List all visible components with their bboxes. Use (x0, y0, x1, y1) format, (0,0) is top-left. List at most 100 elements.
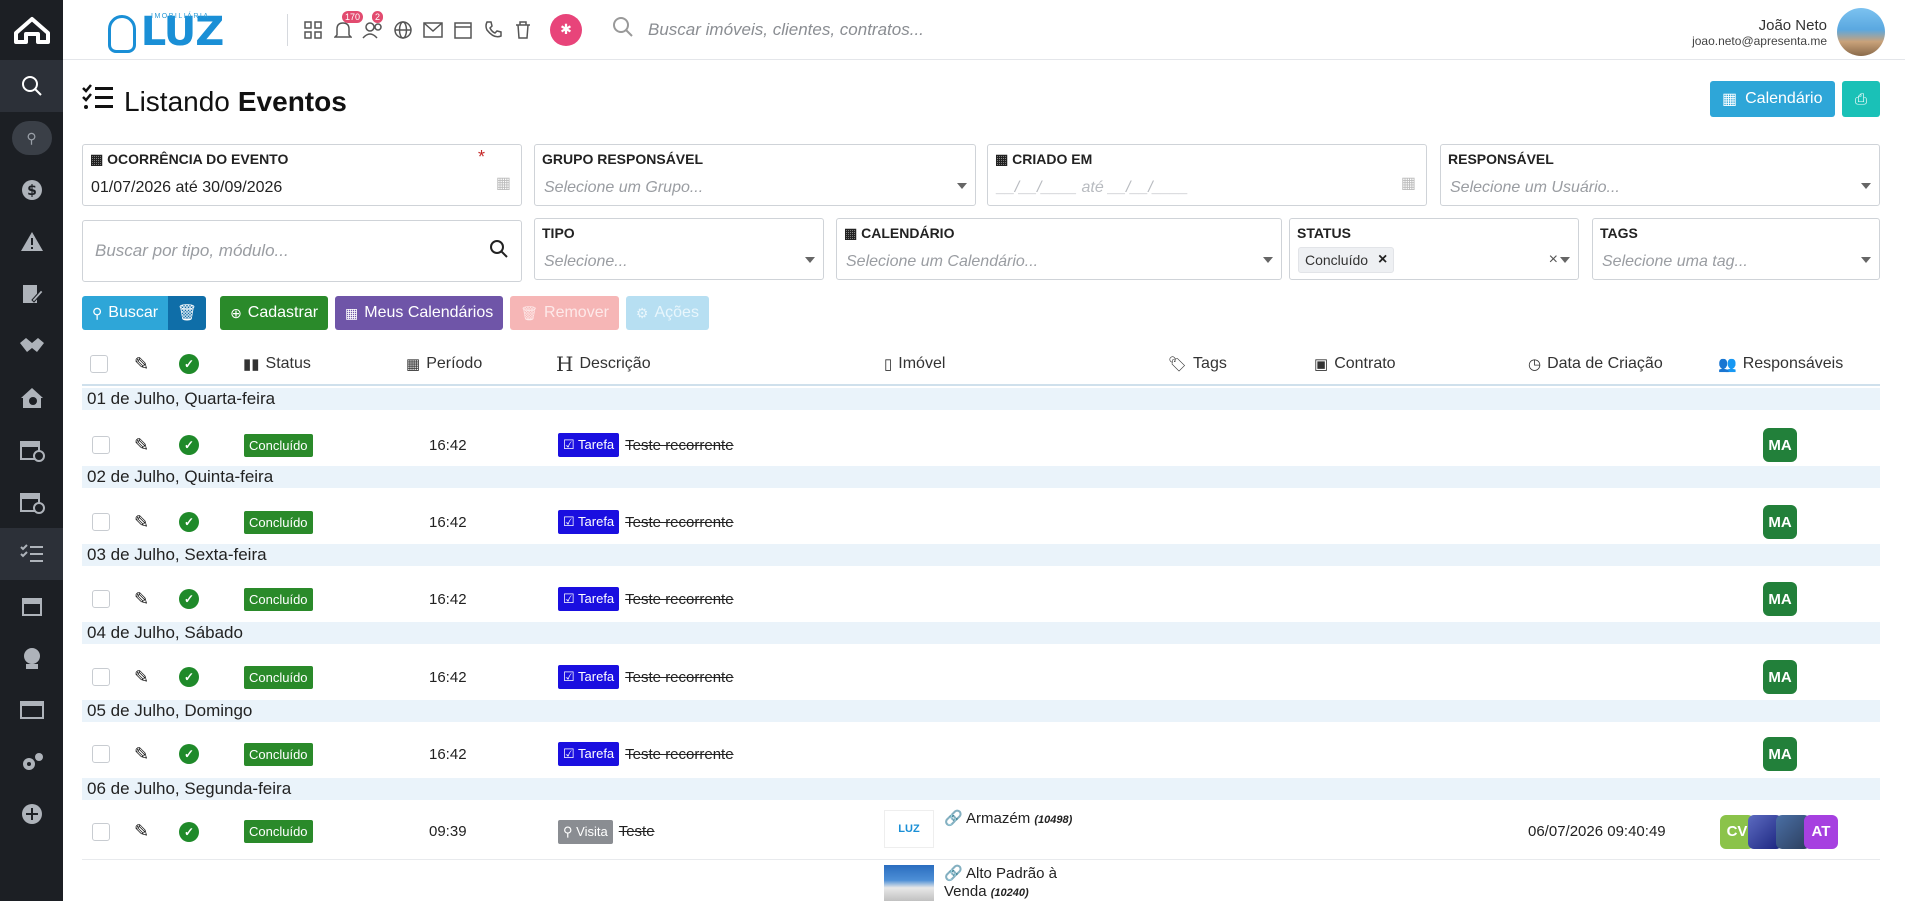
table-row[interactable]: ✎ ✓ Concluído 16:42 ☑ Tarefa Teste recor… (82, 494, 1880, 550)
row-checkbox[interactable] (92, 668, 110, 686)
tipo-filter[interactable]: TIPO Selecione... (534, 218, 824, 280)
event-description[interactable]: Teste recorrente (625, 437, 733, 454)
grupo-filter[interactable]: GRUPO RESPONSÁVEL Selecione um Grupo... (534, 144, 976, 206)
avatar[interactable]: MA (1763, 660, 1797, 694)
property-link[interactable]: 🔗 Armazém (10498) (944, 810, 1072, 829)
avatar[interactable]: AT (1804, 814, 1838, 849)
table-row[interactable]: ✎ ✓ Concluído 16:42 ☑ Tarefa Teste recor… (82, 726, 1880, 782)
print-button[interactable]: ⎙ (1842, 81, 1880, 117)
phone-icon[interactable] (478, 15, 508, 45)
tags-select[interactable]: Selecione uma tag... (1602, 253, 1748, 271)
status-chip[interactable]: Concluído × (1298, 247, 1395, 273)
brand-logo[interactable]: IMOBILIÁRIA LUZ (63, 5, 273, 55)
edit-pencil-icon[interactable]: ✎ (134, 435, 149, 456)
table-row[interactable]: ✎ ✓ Concluído 16:42 ☑ Tarefa Teste recor… (82, 571, 1880, 627)
check-circle-icon[interactable]: ✓ (179, 435, 199, 455)
website-icon[interactable] (0, 684, 63, 736)
acoes-button[interactable]: ⚙ Ações (625, 296, 709, 330)
imovel-cell[interactable]: LUZ 🔗 Armazém (10498) (884, 804, 1072, 859)
event-description[interactable]: Teste recorrente (625, 514, 733, 531)
criado-filter[interactable]: ▦ CRIADO EM __/__/____ até __/__/____ ▦ (987, 144, 1427, 206)
remove-chip-icon[interactable]: × (1378, 251, 1387, 269)
table-row[interactable]: 🔗 Alto Padrão à Venda (10240) (82, 861, 1880, 901)
document-edit-icon[interactable] (0, 268, 63, 320)
calendar-picker-icon[interactable]: ▦ (1401, 173, 1416, 193)
calendar-button[interactable]: ▦ Calendário (1710, 81, 1835, 117)
th-periodo[interactable]: ▦ Período (406, 355, 482, 373)
house-search-icon[interactable] (0, 372, 63, 424)
table-row[interactable]: ✎ ✓ Concluído 09:39 ⚲ Visita Teste LUZ 🔗… (82, 804, 1880, 860)
th-responsaveis[interactable]: 👥 Responsáveis (1718, 355, 1843, 373)
check-circle-icon[interactable]: ✓ (179, 744, 199, 764)
clear-icon[interactable]: × (1549, 251, 1558, 269)
criado-input[interactable]: __/__/____ até __/__/____ (997, 179, 1188, 197)
responsavel-filter[interactable]: RESPONSÁVEL Selecione um Usuário... (1440, 144, 1880, 206)
clear-filters-button[interactable]: 🗑 (168, 296, 207, 330)
grupo-select[interactable]: Selecione um Grupo... (544, 179, 703, 197)
th-contrato[interactable]: ▣ Contrato (1314, 355, 1396, 373)
edit-pencil-icon[interactable]: ✎ (134, 821, 149, 842)
property-link[interactable]: 🔗 Alto Padrão à Venda (10240) (944, 865, 1057, 901)
event-description[interactable]: Teste recorrente (625, 669, 733, 686)
event-description[interactable]: Teste recorrente (625, 591, 733, 608)
ocorrencia-value[interactable]: 01/07/2026 até 30/09/2026 (91, 179, 282, 197)
table-row[interactable]: ✎ ✓ Concluído 16:42 ☑ Tarefa Teste recor… (82, 649, 1880, 705)
settings-gears-icon[interactable] (0, 736, 63, 788)
buscar-button[interactable]: ⚲ Buscar (82, 296, 169, 330)
calendario-filter[interactable]: ▦ CALENDÁRIO Selecione um Calendário... (836, 218, 1282, 280)
calendar-clock-icon[interactable] (0, 424, 63, 476)
calendar-icon[interactable] (448, 15, 478, 45)
avatar[interactable]: MA (1763, 505, 1797, 539)
busca-tipo-modulo[interactable]: Buscar por tipo, módulo... (82, 220, 522, 282)
add-circle-icon[interactable] (0, 788, 63, 840)
sidebar-search-pill[interactable]: ⚲ (0, 112, 63, 164)
check-circle-icon[interactable]: ✓ (179, 821, 199, 842)
calendar-picker-icon[interactable]: ▦ (496, 173, 511, 193)
user-menu[interactable]: João Neto joao.neto@apresenta.me (1692, 8, 1885, 56)
remover-button[interactable]: 🗑 Remover (510, 296, 619, 330)
th-tags[interactable]: 🏷 Tags (1168, 355, 1227, 373)
handshake-icon[interactable] (0, 320, 63, 372)
row-checkbox[interactable] (92, 513, 110, 531)
edit-pencil-icon[interactable]: ✎ (134, 512, 149, 533)
table-row[interactable]: ✎ ✓ Concluído 16:42 ☑ Tarefa Teste recor… (82, 417, 1880, 473)
cadastrar-button[interactable]: ⊕ Cadastrar (220, 296, 329, 330)
check-circle-icon[interactable]: ✓ (179, 589, 199, 609)
avatar[interactable]: MA (1763, 737, 1797, 771)
grid-apps-icon[interactable] (298, 15, 328, 45)
event-description[interactable]: Teste (619, 823, 655, 840)
avatar[interactable] (1837, 8, 1885, 56)
check-circle-icon[interactable]: ✓ (179, 667, 199, 687)
property-thumbnail[interactable] (884, 865, 934, 901)
mail-icon[interactable] (418, 15, 448, 45)
row-checkbox[interactable] (92, 590, 110, 608)
status-filter[interactable]: STATUS Concluído × × (1289, 218, 1579, 280)
trash-icon[interactable] (508, 15, 538, 45)
edit-pencil-icon[interactable]: ✎ (134, 589, 149, 610)
calendario-select[interactable]: Selecione um Calendário... (846, 253, 1038, 271)
search-input[interactable]: Buscar imóveis, clientes, contratos... (648, 20, 924, 40)
search-icon[interactable] (0, 60, 63, 112)
row-checkbox[interactable] (92, 436, 110, 454)
edit-pencil-icon[interactable]: ✎ (134, 744, 149, 765)
calendar-clock-icon-2[interactable] (0, 476, 63, 528)
dollar-icon[interactable]: $ (0, 164, 63, 216)
calendar-icon[interactable] (0, 580, 63, 632)
users-icon[interactable]: 2 (358, 10, 388, 45)
tipo-select[interactable]: Selecione... (544, 253, 628, 271)
event-description[interactable]: Teste recorrente (625, 746, 733, 763)
row-checkbox[interactable] (92, 822, 110, 841)
edit-pencil-icon[interactable]: ✎ (134, 667, 149, 688)
th-data-criacao[interactable]: ◷ Data de Criação (1528, 355, 1663, 373)
select-all-checkbox[interactable] (90, 355, 108, 373)
integration-icon[interactable]: ✱ (550, 13, 582, 46)
th-imovel[interactable]: ▯ Imóvel (884, 355, 945, 373)
busca-input[interactable]: Buscar por tipo, módulo... (95, 241, 289, 261)
global-search[interactable]: Buscar imóveis, clientes, contratos... (612, 16, 924, 44)
avatar[interactable]: MA (1763, 428, 1797, 462)
avatar[interactable]: MA (1763, 582, 1797, 616)
row-checkbox[interactable] (92, 745, 110, 763)
th-status[interactable]: ▮▮ Status (243, 355, 311, 373)
globe-icon[interactable] (388, 15, 418, 45)
meus-calendarios-button[interactable]: ▦ Meus Calendários (335, 296, 504, 330)
